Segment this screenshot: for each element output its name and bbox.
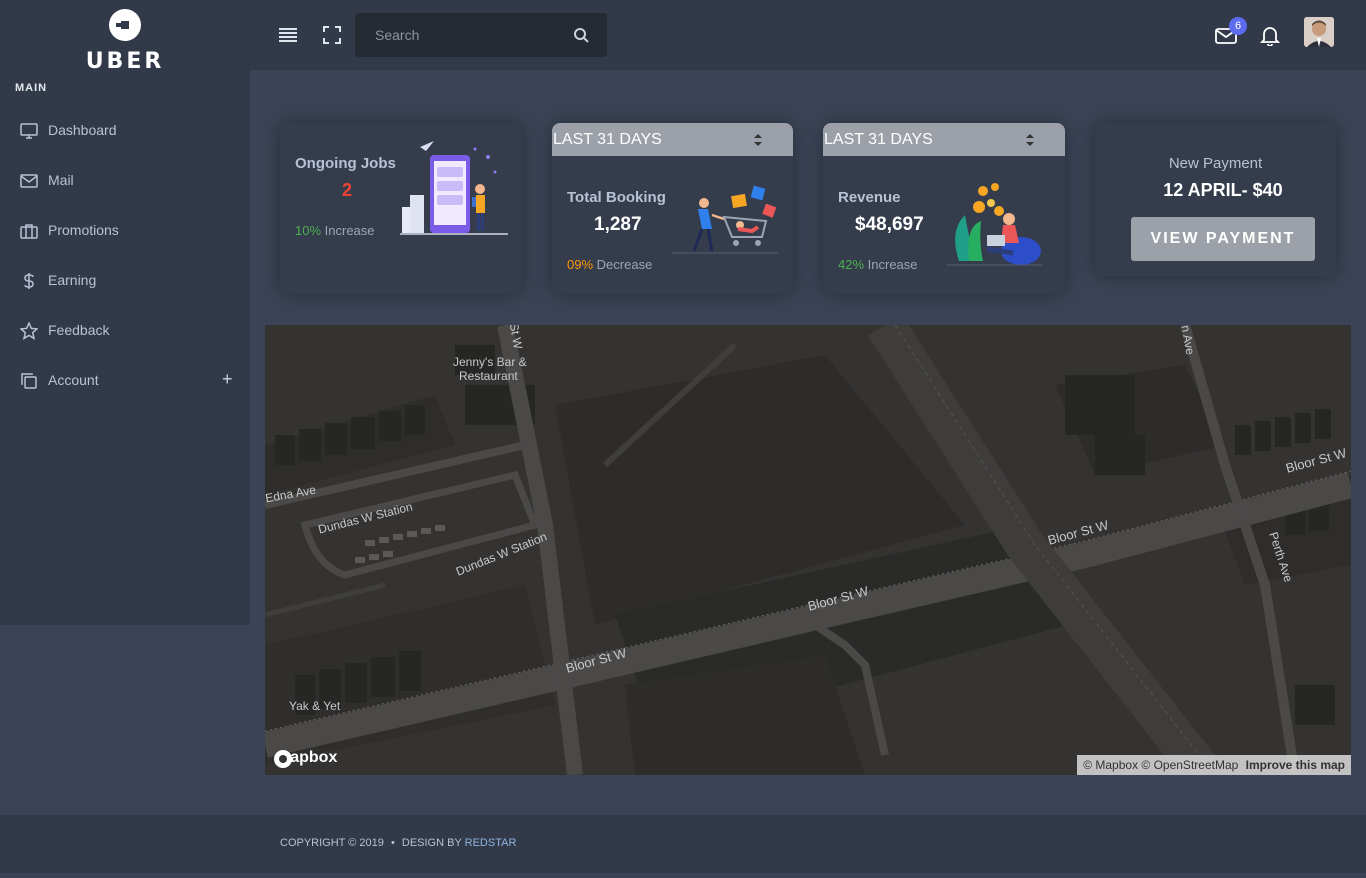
footer-text: COPYRIGHT © 2019 • DESIGN BY REDSTAR [280, 837, 516, 849]
select-value: LAST 31 DAYS [824, 131, 933, 148]
new-payment-card: New Payment 12 APRIL- $40 VIEW PAYMENT [1095, 123, 1336, 276]
change-percent: 42% [838, 257, 865, 272]
sidebar-item-label: Account [48, 372, 99, 388]
card-change: 10% Increase [295, 223, 375, 238]
change-percent: 10% [295, 223, 322, 238]
sort-arrows-icon [754, 134, 762, 146]
card-change: 42% Increase [838, 257, 918, 272]
sidebar-section-title: MAIN [15, 82, 48, 94]
change-percent: 09% [567, 257, 594, 272]
fullscreen-icon[interactable] [322, 25, 342, 45]
card-title: Ongoing Jobs [295, 155, 396, 172]
footer-separator: • [390, 837, 395, 849]
designer-link[interactable]: REDSTAR [465, 837, 517, 849]
change-label: Decrease [596, 257, 653, 272]
ongoing-jobs-card: Ongoing Jobs 2 10% Increase [280, 123, 522, 294]
sidebar-item-promotions[interactable]: Promotions [0, 210, 250, 250]
copyright-text: COPYRIGHT © 2019 [280, 837, 384, 849]
mapbox-logo-icon [274, 750, 292, 768]
card-title: Revenue [838, 189, 901, 206]
expand-plus-icon[interactable]: + [222, 369, 233, 390]
sidebar-item-dashboard[interactable]: Dashboard [0, 110, 250, 150]
uber-logo[interactable]: UBER [80, 8, 170, 74]
card-change: 09% Decrease [567, 257, 652, 272]
mail-icon [20, 174, 38, 188]
sidebar: MAIN Dashboard Mail Promotions Earning F… [0, 70, 250, 625]
map-canvas [265, 325, 1351, 775]
sidebar-item-label: Earning [48, 272, 97, 288]
uber-logo-mark [109, 9, 141, 41]
card-value: $48,697 [855, 214, 924, 235]
user-avatar[interactable] [1304, 17, 1334, 47]
briefcase-icon [20, 224, 38, 239]
copy-icon [21, 373, 37, 389]
sidebar-item-mail[interactable]: Mail [0, 160, 250, 200]
card-title: New Payment [1168, 155, 1263, 172]
map-view[interactable]: Jenny's Bar & Restaurant Edna Ave Dundas… [265, 325, 1351, 775]
search-icon[interactable] [573, 27, 589, 43]
sidebar-item-earning[interactable]: Earning [0, 260, 250, 300]
dollar-icon [24, 273, 34, 289]
revenue-illustration [947, 183, 1043, 266]
booking-period-select[interactable]: LAST 31 DAYS [552, 123, 793, 156]
change-label: Increase [324, 223, 375, 238]
select-value: LAST 31 DAYS [553, 131, 662, 148]
bell-icon[interactable] [1260, 24, 1280, 46]
total-booking-card: LAST 31 DAYS Total Booking 1,287 09% Dec… [552, 123, 793, 294]
sidebar-item-label: Feedback [48, 322, 110, 338]
map-label: Jenny's Bar & [453, 355, 527, 369]
improve-map-link[interactable]: Improve this map [1246, 758, 1345, 772]
card-title: Total Booking [567, 189, 666, 206]
sidebar-item-account[interactable]: Account + [0, 360, 250, 400]
map-label: Yak & Yet [289, 699, 341, 713]
menu-toggle-icon[interactable] [278, 26, 298, 44]
sidebar-item-label: Promotions [48, 222, 119, 238]
booking-illustration [672, 185, 778, 254]
design-by-text: DESIGN BY [401, 837, 462, 849]
change-label: Increase [867, 257, 918, 272]
top-header: UBER 6 [0, 0, 1366, 74]
sort-arrows-icon [1026, 134, 1034, 146]
payment-value: 12 APRIL- $40 [1163, 180, 1283, 200]
view-payment-button[interactable]: VIEW PAYMENT [1131, 217, 1315, 261]
mapbox-logo[interactable]: mapbox [273, 749, 337, 768]
attribution-text[interactable]: © Mapbox © OpenStreetMap [1083, 758, 1238, 772]
map-attribution: © Mapbox © OpenStreetMap Improve this ma… [1077, 755, 1351, 775]
card-value: 1,287 [594, 214, 642, 235]
sidebar-item-feedback[interactable]: Feedback [0, 310, 250, 350]
footer: COPYRIGHT © 2019 • DESIGN BY REDSTAR [0, 815, 1366, 873]
revenue-period-select[interactable]: LAST 31 DAYS [823, 123, 1065, 156]
monitor-icon [20, 123, 38, 139]
star-icon [20, 322, 38, 340]
search-input[interactable] [355, 13, 565, 57]
revenue-card: LAST 31 DAYS Revenue $48,697 42% Increas… [823, 123, 1065, 294]
card-value: 2 [342, 180, 353, 200]
sidebar-item-label: Mail [48, 172, 74, 188]
sidebar-item-label: Dashboard [48, 122, 117, 138]
map-label: Restaurant [459, 369, 518, 383]
search-box [355, 13, 607, 57]
jobs-illustration [400, 141, 508, 235]
mail-badge: 6 [1229, 17, 1247, 35]
